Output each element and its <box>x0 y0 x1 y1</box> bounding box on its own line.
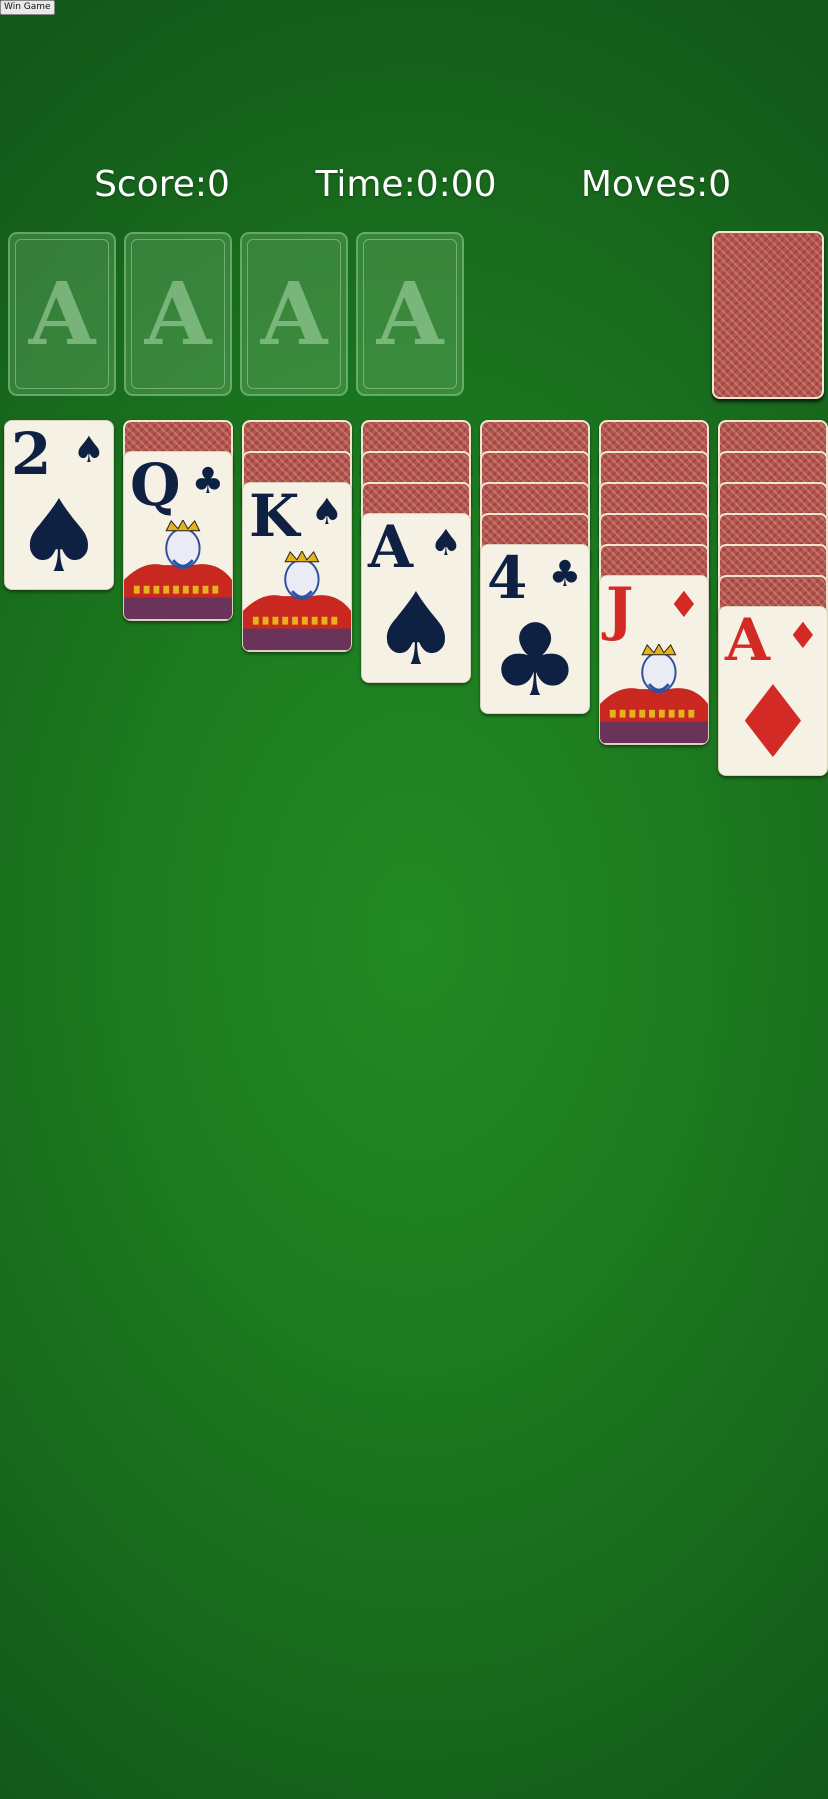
foundation-placeholder: A <box>144 263 212 365</box>
spades-icon: ♠ <box>72 430 105 471</box>
spades-pip-icon: ♠ <box>14 478 104 590</box>
score-value: 0 <box>207 164 230 205</box>
clubs-pip-icon: ♣ <box>490 602 580 714</box>
tableau-card-4-clubs[interactable]: 4 ♣ ♣ <box>480 544 590 714</box>
foundation-slot-2[interactable]: A <box>124 232 232 396</box>
foundation-placeholder: A <box>28 263 96 365</box>
stock-pile[interactable] <box>712 231 824 399</box>
court-figure-icon <box>243 551 351 651</box>
court-figure-icon <box>600 644 708 744</box>
foundation-placeholder: A <box>260 263 328 365</box>
diamonds-icon: ♦ <box>786 616 819 657</box>
tableau-card-2-spades[interactable]: 2 ♠ ♠ <box>4 420 114 590</box>
tableau-card-k-spades[interactable]: K ♠ <box>242 482 352 652</box>
tableau-card-j-diamonds[interactable]: J ♦ <box>599 575 709 745</box>
card-rank: K <box>249 482 300 550</box>
card-rank: J <box>606 575 634 643</box>
time-value: 0:00 <box>415 164 497 205</box>
foundation-slot-4[interactable]: A <box>356 232 464 396</box>
court-figure-icon <box>124 520 232 620</box>
stats-bar: Score:0 Time:0:00 Moves:0 <box>0 160 828 210</box>
tableau-card-q-clubs[interactable]: Q ♣ <box>123 451 233 621</box>
score-label: Score: <box>94 164 208 205</box>
time-display: Time:0:00 <box>315 160 496 210</box>
spades-icon: ♠ <box>429 523 462 564</box>
win-game-button[interactable]: Win Game <box>0 0 55 15</box>
tableau-card-a-diamonds[interactable]: A ♦ ♦ <box>718 606 828 776</box>
tableau-card-a-spades[interactable]: A ♠ ♠ <box>361 513 471 683</box>
score-display: Score:0 <box>94 160 230 210</box>
foundation-slot-1[interactable]: A <box>8 232 116 396</box>
time-label: Time: <box>315 164 416 205</box>
diamonds-icon: ♦ <box>667 585 700 626</box>
moves-value: 0 <box>708 164 732 205</box>
moves-label: Moves: <box>580 164 709 205</box>
card-rank: Q <box>130 451 181 519</box>
clubs-icon: ♣ <box>548 554 581 595</box>
spades-icon: ♠ <box>310 492 343 533</box>
foundation-slot-3[interactable]: A <box>240 232 348 396</box>
moves-display: Moves:0 <box>581 160 731 210</box>
clubs-icon: ♣ <box>191 461 224 502</box>
diamonds-pip-icon: ♦ <box>728 664 818 776</box>
spades-pip-icon: ♠ <box>371 571 461 683</box>
foundation-placeholder: A <box>376 263 444 365</box>
